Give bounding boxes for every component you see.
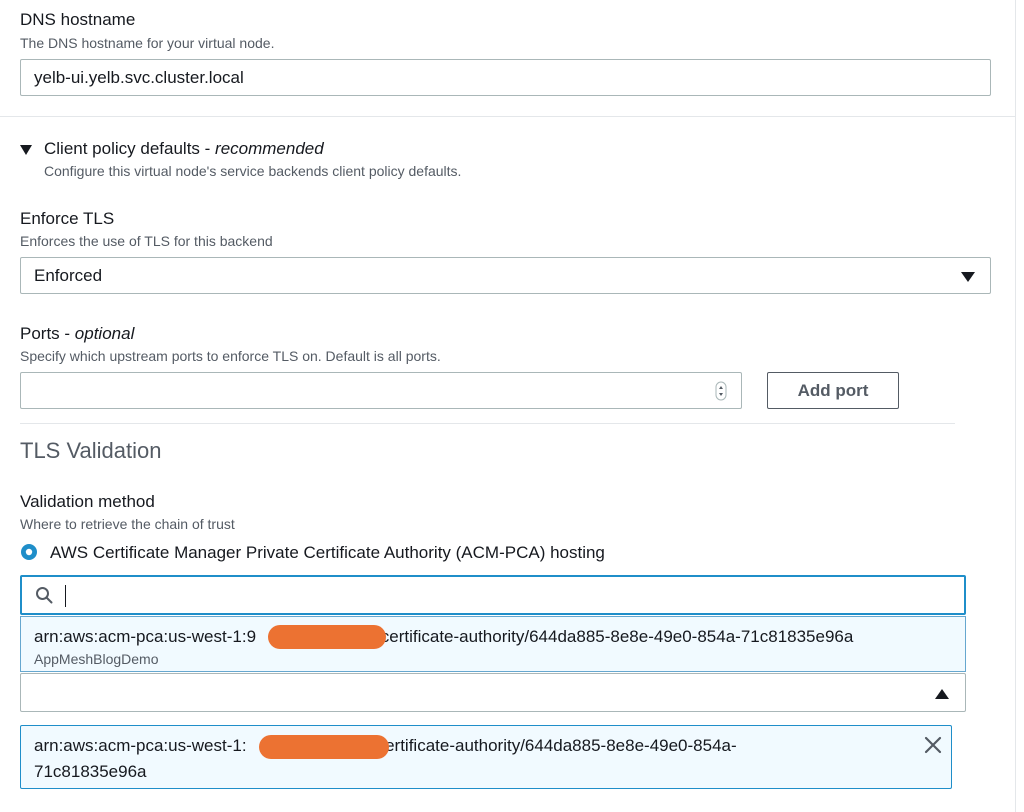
enforce-tls-selected-value: Enforced: [34, 266, 103, 285]
text-caret: [65, 585, 66, 607]
certificate-select[interactable]: [20, 673, 966, 712]
ports-label-text: Ports -: [20, 324, 75, 343]
section-divider: [0, 116, 1015, 117]
selected-certificate-arn-line2: 71c81835e96a: [34, 762, 147, 781]
client-policy-description: Configure this virtual node's service ba…: [44, 163, 462, 179]
redaction-mark: [259, 735, 389, 759]
acm-pca-radio-label[interactable]: AWS Certificate Manager Private Certific…: [50, 543, 605, 563]
dns-hostname-value: yelb-ui.yelb.svc.cluster.local: [34, 68, 244, 87]
dns-hostname-input[interactable]: yelb-ui.yelb.svc.cluster.local: [20, 59, 991, 96]
ports-label: Ports - optional: [20, 324, 134, 344]
enforce-tls-label: Enforce TLS: [20, 209, 115, 228]
validation-method-description: Where to retrieve the chain of trust: [20, 516, 235, 532]
tls-divider: [20, 423, 955, 424]
selected-certificate-token: arn:aws:acm-pca:us-west-1: certificate-au…: [20, 725, 952, 789]
spinner-icon[interactable]: [715, 381, 727, 401]
certificate-option[interactable]: arn:aws:acm-pca:us-west-1:9 :certificate-…: [20, 616, 966, 672]
search-icon: [35, 586, 53, 604]
caret-up-icon: [935, 687, 949, 699]
dns-hostname-label: DNS hostname: [20, 10, 136, 29]
dns-hostname-description: The DNS hostname for your virtual node.: [20, 35, 275, 51]
client-policy-title-text: Client policy defaults -: [44, 139, 216, 158]
selected-certificate-arn-prefix: arn:aws:acm-pca:us-west-1:: [34, 736, 247, 755]
add-port-button[interactable]: Add port: [767, 372, 899, 409]
ports-input[interactable]: [20, 372, 742, 409]
enforce-tls-description: Enforces the use of TLS for this backend: [20, 233, 273, 249]
certificate-option-arn-prefix: arn:aws:acm-pca:us-west-1:9: [34, 627, 257, 646]
validation-method-label: Validation method: [20, 492, 155, 511]
certificate-option-arn-suffix: :certificate-authority/644da885-8e8e-49e…: [376, 627, 854, 646]
enforce-tls-select[interactable]: Enforced: [20, 257, 991, 294]
redaction-mark: [268, 625, 386, 649]
client-policy-recommended: recommended: [215, 139, 324, 158]
panel-right-border: [1015, 0, 1016, 812]
certificate-search-input[interactable]: [20, 575, 966, 615]
dropdown-caret-down-icon: [961, 270, 975, 282]
caret-down-icon[interactable]: [20, 143, 32, 155]
ports-description: Specify which upstream ports to enforce …: [20, 348, 441, 364]
close-icon[interactable]: [924, 736, 942, 754]
certificate-option-arn: arn:aws:acm-pca:us-west-1:9 :certificate-…: [34, 627, 853, 647]
client-policy-title[interactable]: Client policy defaults - recommended: [44, 139, 324, 159]
selected-certificate-arn-suffix: certificate-authority/644da885-8e8e-49e0…: [376, 736, 737, 755]
ports-optional: optional: [74, 324, 135, 343]
acm-pca-radio[interactable]: [20, 543, 38, 561]
certificate-option-name: AppMeshBlogDemo: [34, 651, 159, 667]
tls-validation-heading: TLS Validation: [20, 438, 162, 463]
